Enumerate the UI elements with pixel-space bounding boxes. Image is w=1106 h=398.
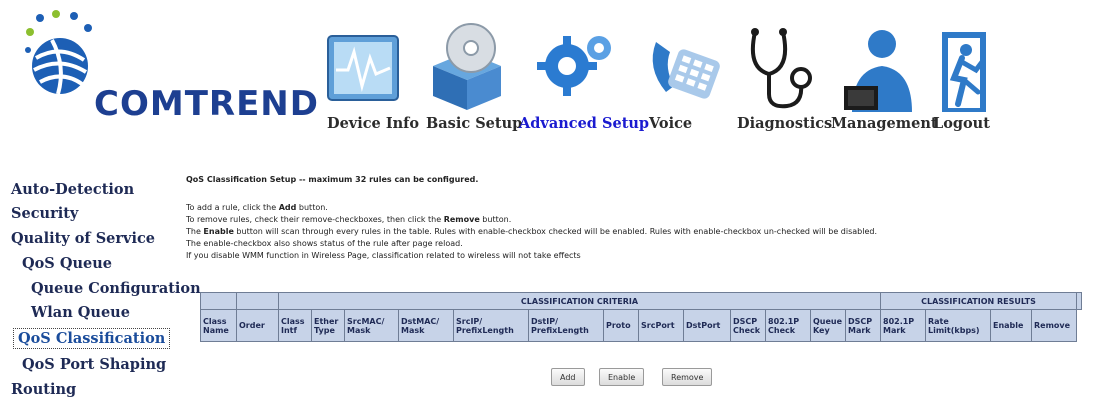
page-title: QoS Classification Setup -- maximum 32 r… — [186, 175, 479, 184]
sidebar-item-routing[interactable]: Routing — [11, 381, 76, 398]
col-dst-mac: DstMAC/ Mask — [398, 309, 454, 342]
help-enable: The Enable button will scan through ever… — [186, 227, 877, 236]
help-remove: To remove rules, check their remove-chec… — [186, 215, 512, 224]
sidebar-item-security[interactable]: Security — [11, 205, 78, 222]
nav-management[interactable]: Management — [831, 115, 938, 132]
remove-button[interactable]: Remove — [662, 368, 713, 386]
col-enable: Enable — [990, 309, 1032, 342]
nav-device-info[interactable]: Device Info — [327, 115, 419, 132]
sidebar: Auto-Detection Security Quality of Servi… — [0, 160, 201, 398]
logo-globe-icon — [25, 10, 92, 95]
stethoscope-icon[interactable] — [735, 8, 821, 118]
phone-icon[interactable] — [638, 8, 724, 118]
enable-button[interactable]: Enable — [599, 368, 645, 386]
table-group-row: CLASSIFICATION CRITERIA CLASSIFICATION R… — [200, 292, 1082, 310]
col-proto: Proto — [603, 309, 639, 342]
comtrend-logo: COMTREND — [22, 8, 318, 158]
running-exit-icon[interactable] — [924, 8, 1010, 118]
col-remove: Remove — [1031, 309, 1077, 342]
col-8021p-mark: 802.1P Mark — [880, 309, 926, 342]
nav-voice[interactable]: Voice — [649, 115, 692, 132]
table-header-row: Class Name Order Class Intf Ether Type S… — [200, 309, 1082, 342]
col-dscp-check: DSCP Check — [730, 309, 766, 342]
nav-logout[interactable]: Logout — [933, 115, 990, 132]
help-add: To add a rule, click the Add button. — [186, 203, 328, 212]
col-class-name: Class Name — [200, 309, 237, 342]
sidebar-item-quality-of-service[interactable]: Quality of Service — [11, 230, 155, 247]
group-classification-results: CLASSIFICATION RESULTS — [880, 292, 1077, 310]
col-order: Order — [236, 309, 279, 342]
main-content: QoS Classification Setup -- maximum 32 r… — [186, 160, 1106, 392]
col-queue-key: Queue Key — [810, 309, 846, 342]
sidebar-item-queue-configuration[interactable]: Queue Configuration — [31, 280, 201, 297]
sidebar-item-auto-detection[interactable]: Auto-Detection — [11, 181, 134, 198]
gears-icon[interactable] — [533, 8, 619, 118]
sidebar-item-qos-classification[interactable]: QoS Classification — [13, 328, 171, 349]
col-rate-limit: Rate Limit(kbps) — [925, 309, 991, 342]
group-classification-criteria: CLASSIFICATION CRITERIA — [278, 292, 881, 310]
disc-box-icon[interactable] — [423, 8, 509, 118]
monitor-chart-icon[interactable] — [322, 8, 408, 118]
col-dst-ip: DstIP/ PrefixLength — [528, 309, 604, 342]
col-dscp-mark: DSCP Mark — [845, 309, 881, 342]
col-dst-port: DstPort — [683, 309, 731, 342]
help-wmm: If you disable WMM function in Wireless … — [186, 251, 581, 260]
group-spacer — [236, 292, 279, 310]
col-src-ip: SrcIP/ PrefixLength — [453, 309, 529, 342]
col-src-mac: SrcMAC/ Mask — [344, 309, 399, 342]
sidebar-item-qos-queue[interactable]: QoS Queue — [22, 255, 112, 272]
add-button[interactable]: Add — [551, 368, 585, 386]
col-8021p-check: 802.1P Check — [765, 309, 811, 342]
nav-basic-setup[interactable]: Basic Setup — [426, 115, 522, 132]
group-spacer — [1076, 292, 1082, 310]
help-status: The enable-checkbox also shows status of… — [186, 239, 463, 248]
nav-advanced-setup[interactable]: Advanced Setup — [519, 115, 649, 132]
col-ether-type: Ether Type — [311, 309, 345, 342]
brand-name: COMTREND — [94, 84, 319, 124]
col-class-intf: Class Intf — [278, 309, 312, 342]
sidebar-item-qos-port-shaping[interactable]: QoS Port Shaping — [22, 356, 166, 373]
col-src-port: SrcPort — [638, 309, 684, 342]
header: COMTREND Device Info Basic Setup Advance… — [0, 0, 1106, 160]
group-spacer — [200, 292, 237, 310]
person-laptop-icon[interactable] — [838, 8, 924, 118]
qos-classification-table: CLASSIFICATION CRITERIA CLASSIFICATION R… — [200, 292, 1082, 342]
nav-diagnostics[interactable]: Diagnostics — [737, 115, 832, 132]
sidebar-item-wlan-queue[interactable]: Wlan Queue — [31, 304, 130, 321]
